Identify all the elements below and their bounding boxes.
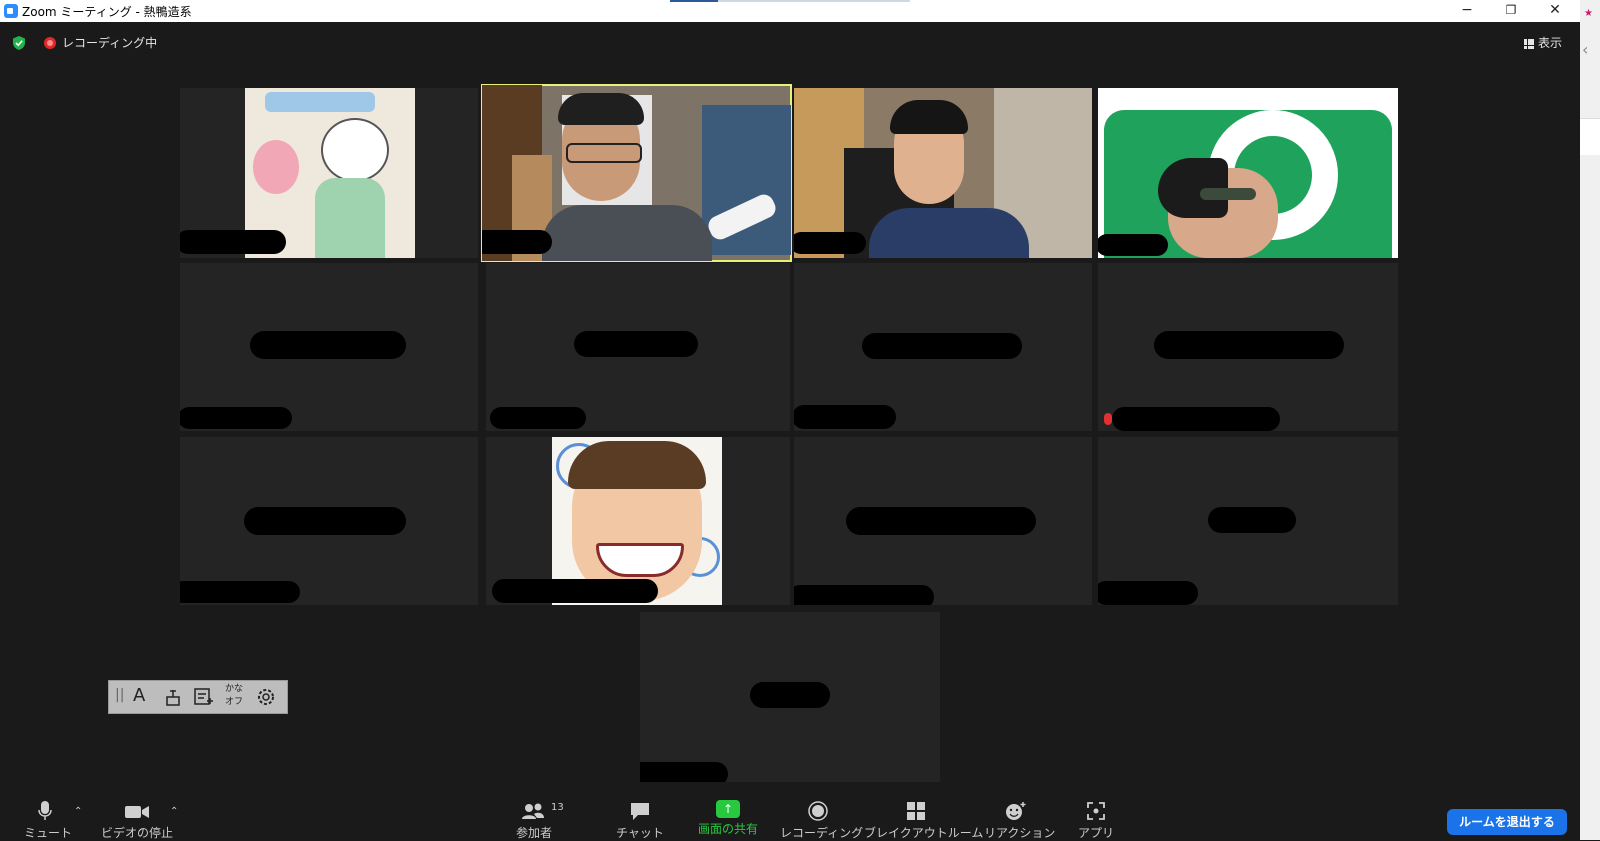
participant-tile-11[interactable]: [794, 437, 1092, 605]
redacted-name: [492, 579, 658, 603]
redacted-name: [180, 407, 292, 429]
star-icon: ★: [1584, 8, 1593, 19]
breakout-rooms-button[interactable]: ブレイクアウトルーム: [864, 800, 984, 841]
redacted-name: [482, 230, 552, 254]
redacted-name: [794, 585, 934, 605]
participant-tile-8[interactable]: [1098, 263, 1398, 431]
redacted-center-name: [244, 507, 406, 535]
stop-video-label: ビデオの停止: [100, 826, 173, 840]
background-window-edge: ★ ‹: [1580, 0, 1600, 840]
redacted-name: [490, 407, 586, 429]
participant-tile-13[interactable]: [640, 612, 940, 782]
redacted-name: [794, 405, 896, 429]
recording-status-label: レコーディング中: [62, 36, 158, 50]
participant-tile-4[interactable]: [1098, 88, 1398, 258]
participants-count: 13: [551, 802, 564, 813]
kana-toggle-button[interactable]: かな オフ: [225, 683, 243, 709]
share-screen-label: 画面の共有: [697, 822, 758, 836]
whiteboard-tool-icon[interactable]: [193, 687, 215, 707]
redacted-center-name: [1154, 331, 1344, 359]
muted-microphone-icon: [1104, 413, 1112, 425]
participant-tile-9[interactable]: [180, 437, 478, 605]
smiley-icon: [1006, 802, 1026, 820]
redacted-name: [1112, 407, 1280, 431]
background-window-panel: [1580, 118, 1600, 155]
recording-indicator-icon[interactable]: [44, 37, 56, 49]
participant-tile-3[interactable]: [794, 88, 1092, 258]
text-tool-button[interactable]: A: [133, 685, 145, 706]
chat-bubble-icon: [631, 803, 649, 820]
redacted-center-name: [250, 331, 406, 359]
annotation-toolbar: || A かな オフ: [108, 680, 288, 714]
kana-toggle-label-bottom: オフ: [225, 697, 244, 707]
chat-button[interactable]: チャット: [616, 800, 664, 841]
stamp-tool-icon[interactable]: [163, 687, 183, 707]
view-button[interactable]: 表示: [1524, 34, 1562, 51]
redacted-name: [180, 581, 300, 603]
security-shield-icon[interactable]: [12, 36, 26, 50]
participant-tile-10[interactable]: [486, 437, 790, 605]
redacted-name: [1098, 234, 1168, 256]
redacted-center-name: [1208, 507, 1296, 533]
redacted-center-name: [750, 682, 830, 708]
restore-button[interactable]: ❐: [1488, 0, 1534, 22]
record-button[interactable]: レコーディング: [780, 800, 864, 841]
reactions-button[interactable]: リアクション: [984, 800, 1056, 841]
record-label: レコーディング: [780, 826, 864, 840]
minimize-button[interactable]: −: [1444, 0, 1490, 22]
mute-label: ミュート: [24, 826, 73, 840]
share-screen-button[interactable]: ↑ 画面の共有: [692, 800, 764, 837]
reactions-label: リアクション: [984, 826, 1056, 840]
back-arrow-icon: ‹: [1582, 40, 1589, 59]
apps-icon: [1087, 802, 1105, 820]
window-title: Zoom ミーティング - 熱鴨造系: [22, 5, 192, 19]
title-bar-accent: [670, 0, 718, 2]
video-camera-icon: [125, 806, 149, 818]
participant-tile-5[interactable]: [180, 263, 478, 431]
breakout-grid-icon: [907, 802, 925, 820]
record-icon: [808, 801, 828, 821]
participants-button[interactable]: 参加者: [512, 800, 556, 841]
redacted-name: [794, 232, 866, 254]
redacted-name: [180, 230, 286, 254]
redacted-name: [1098, 581, 1198, 605]
microphone-icon: [38, 801, 52, 820]
close-button[interactable]: ✕: [1532, 0, 1578, 22]
participants-label: 参加者: [515, 826, 552, 840]
toolbar-drag-handle[interactable]: ||: [115, 687, 124, 703]
view-label: 表示: [1538, 36, 1563, 50]
kana-toggle-label-top: かな: [225, 684, 244, 694]
gallery-grid-icon: [1524, 38, 1534, 49]
redacted-center-name: [862, 333, 1022, 359]
redacted-name: [640, 762, 728, 782]
breakout-rooms-label: ブレイクアウトルーム: [864, 826, 984, 840]
redacted-center-name: [574, 331, 698, 357]
window-title-bar: Zoom ミーティング - 熱鴨造系 − ❐ ✕: [0, 0, 1580, 22]
video-options-caret[interactable]: ⌃: [170, 806, 178, 817]
people-icon: [522, 803, 544, 819]
settings-gear-icon[interactable]: [255, 686, 277, 708]
participant-tile-12[interactable]: [1098, 437, 1398, 605]
chat-label: チャット: [616, 826, 664, 840]
apps-label: アプリ: [1077, 826, 1114, 840]
participant-tile-1[interactable]: [180, 88, 478, 258]
apps-button[interactable]: アプリ: [1076, 800, 1116, 841]
participant-tile-6[interactable]: [486, 263, 790, 431]
participant-tile-active-speaker[interactable]: [481, 84, 792, 262]
audio-options-caret[interactable]: ⌃: [74, 806, 82, 817]
participant-tile-7[interactable]: [794, 263, 1092, 431]
stop-video-button[interactable]: ビデオの停止: [100, 800, 174, 841]
leave-room-button[interactable]: ルームを退出する: [1447, 809, 1567, 835]
zoom-logo-icon: [4, 4, 18, 18]
redacted-center-name: [846, 507, 1036, 535]
mute-button[interactable]: ミュート: [24, 800, 73, 841]
share-arrow-icon: ↑: [716, 800, 740, 818]
